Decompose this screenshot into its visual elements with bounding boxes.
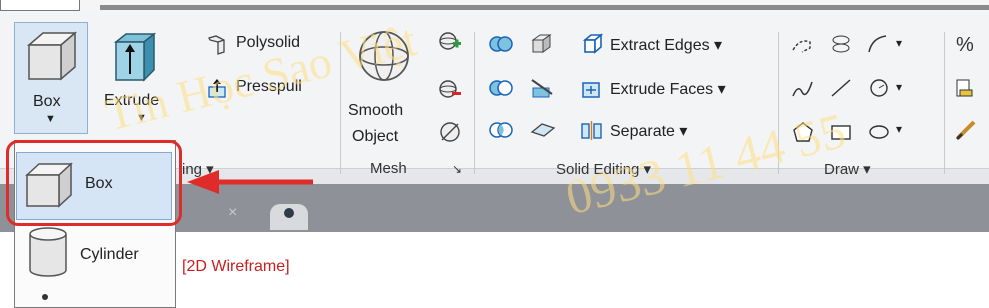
chevron-down-icon: ▼ bbox=[136, 112, 147, 124]
ellipse-icon[interactable] bbox=[866, 120, 892, 144]
polyline-icon[interactable] bbox=[790, 34, 816, 56]
chevron-down-icon: ▼ bbox=[45, 113, 56, 125]
box-button-label: Box bbox=[33, 93, 61, 110]
mesh-crease-icon[interactable] bbox=[438, 120, 462, 144]
smooth-object-button[interactable]: Smooth Object bbox=[346, 22, 424, 162]
mesh-panel-title: Mesh bbox=[370, 160, 407, 177]
ribbon-separator bbox=[474, 32, 475, 174]
presspull-label: Presspull bbox=[236, 78, 302, 95]
ribbon-separator bbox=[778, 32, 779, 174]
visual-style-label[interactable]: [2D Wireframe] bbox=[182, 258, 290, 276]
circle-icon[interactable] bbox=[866, 76, 892, 100]
polygon-icon[interactable] bbox=[790, 120, 816, 144]
extrude-label: Extrude bbox=[104, 92, 160, 109]
presspull-icon bbox=[208, 79, 226, 98]
box-split-button[interactable]: Box ▼ bbox=[14, 22, 88, 134]
line-icon[interactable] bbox=[828, 76, 854, 100]
solid-editing-panel-title[interactable]: Solid Editing ▾ bbox=[556, 160, 651, 178]
new-tab-button[interactable] bbox=[270, 204, 308, 230]
highlight-frame bbox=[6, 140, 182, 226]
close-tab-icon[interactable]: × bbox=[228, 204, 237, 222]
cylinder-icon bbox=[29, 227, 67, 277]
extrude-faces-label[interactable]: Extrude Faces ▾ bbox=[610, 79, 726, 99]
extrude-faces-icon[interactable] bbox=[580, 76, 604, 100]
freehand-line-icon[interactable] bbox=[790, 78, 816, 100]
extract-edges-label[interactable]: Extract Edges ▾ bbox=[610, 35, 722, 55]
plus-icon bbox=[284, 208, 294, 218]
interfere-icon[interactable] bbox=[530, 32, 554, 56]
dropdown-item-label: Cylinder bbox=[80, 246, 139, 263]
extrude-button[interactable]: Extrude ▼ bbox=[96, 22, 180, 132]
title-strip-bar bbox=[100, 5, 989, 10]
percent-icon[interactable]: % bbox=[954, 32, 980, 56]
subtract-icon[interactable] bbox=[488, 78, 514, 98]
cone-icon[interactable] bbox=[42, 294, 48, 300]
separate-icon[interactable] bbox=[580, 118, 604, 142]
ribbon-separator bbox=[340, 32, 341, 174]
spline-icon[interactable] bbox=[866, 32, 892, 56]
smooth-label: Smooth bbox=[348, 102, 404, 119]
helix-icon[interactable] bbox=[828, 32, 854, 56]
separate-label[interactable]: Separate ▾ bbox=[610, 121, 687, 141]
chevron-down-icon[interactable]: ▾ bbox=[896, 36, 902, 50]
box-icon bbox=[26, 31, 78, 81]
union-icon[interactable] bbox=[488, 34, 514, 54]
chevron-down-icon[interactable]: ▾ bbox=[896, 122, 902, 136]
smooth-sphere-icon bbox=[359, 31, 409, 81]
extrude-icon bbox=[113, 32, 157, 82]
mesh-add-icon[interactable] bbox=[438, 30, 462, 54]
chevron-down-icon[interactable]: ▾ bbox=[896, 80, 902, 94]
svg-text:%: % bbox=[956, 34, 974, 56]
polysolid-label: Polysolid bbox=[236, 34, 301, 51]
polysolid-icon bbox=[208, 35, 225, 55]
thicken-icon[interactable] bbox=[530, 118, 556, 142]
pointer-arrow-icon bbox=[187, 170, 313, 194]
brush-icon[interactable] bbox=[954, 118, 980, 142]
draw-panel-title[interactable]: Draw ▾ bbox=[824, 160, 871, 178]
quick-access-box[interactable] bbox=[0, 0, 80, 11]
layer-icon[interactable] bbox=[954, 76, 980, 100]
rectangle-icon[interactable] bbox=[828, 120, 854, 144]
extract-edges-icon[interactable] bbox=[580, 32, 604, 56]
ribbon-separator bbox=[944, 32, 945, 174]
slice-icon[interactable] bbox=[530, 76, 554, 100]
intersect-icon[interactable] bbox=[488, 120, 514, 140]
mesh-remove-icon[interactable] bbox=[438, 78, 462, 102]
mesh-launcher-icon[interactable]: ↘ bbox=[452, 162, 462, 176]
dropdown-item-cylinder[interactable]: Cylinder bbox=[16, 222, 170, 286]
object-label: Object bbox=[352, 128, 399, 145]
